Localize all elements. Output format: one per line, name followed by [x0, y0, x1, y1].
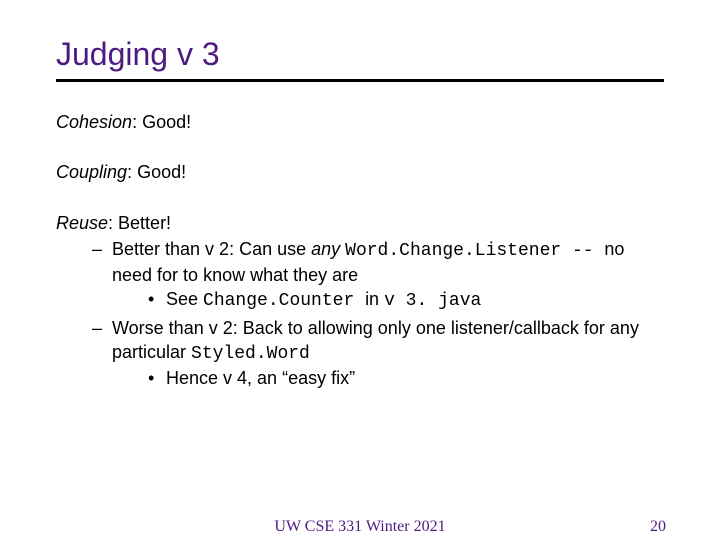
b1-sublist: See Change.Counter in v 3. java	[112, 287, 664, 313]
b1-dash: --	[572, 241, 604, 261]
footer-center: UW CSE 331 Winter 2021	[274, 518, 445, 536]
reuse-bullet-1: Better than v 2: Can use any Word.Change…	[92, 237, 664, 314]
b2-code: Styled.Word	[191, 344, 310, 364]
cohesion-value: : Good!	[132, 112, 191, 132]
reuse-list: Better than v 2: Can use any Word.Change…	[56, 237, 664, 391]
b1-text-a: Better than v 2: Can use	[112, 239, 311, 259]
b1-code: Word.Change.Listener	[345, 241, 572, 261]
b1s-mid: in	[365, 289, 384, 309]
reuse-value: : Better!	[108, 213, 171, 233]
reuse-block: Reuse: Better! Better than v 2: Can use …	[56, 211, 664, 391]
b2-sub: Hence v 4, an “easy fix”	[148, 366, 664, 390]
coupling-label: Coupling	[56, 162, 127, 182]
title-rule	[56, 79, 664, 82]
reuse-bullet-2: Worse than v 2: Back to allowing only on…	[92, 316, 664, 391]
reuse-label: Reuse	[56, 213, 108, 233]
b1-sub: See Change.Counter in v 3. java	[148, 287, 664, 313]
slide: Judging v 3 Cohesion: Good! Coupling: Go…	[0, 0, 720, 540]
page-number: 20	[650, 518, 666, 536]
b1-any: any	[311, 239, 345, 259]
page-title: Judging v 3	[56, 36, 664, 73]
coupling-value: : Good!	[127, 162, 186, 182]
coupling-line: Coupling: Good!	[56, 160, 664, 184]
b2-sublist: Hence v 4, an “easy fix”	[112, 366, 664, 390]
b1s-a: See	[166, 289, 203, 309]
b1s-code1: Change.Counter	[203, 291, 365, 311]
cohesion-line: Cohesion: Good!	[56, 110, 664, 134]
b1s-code2: v 3. java	[384, 291, 481, 311]
cohesion-label: Cohesion	[56, 112, 132, 132]
